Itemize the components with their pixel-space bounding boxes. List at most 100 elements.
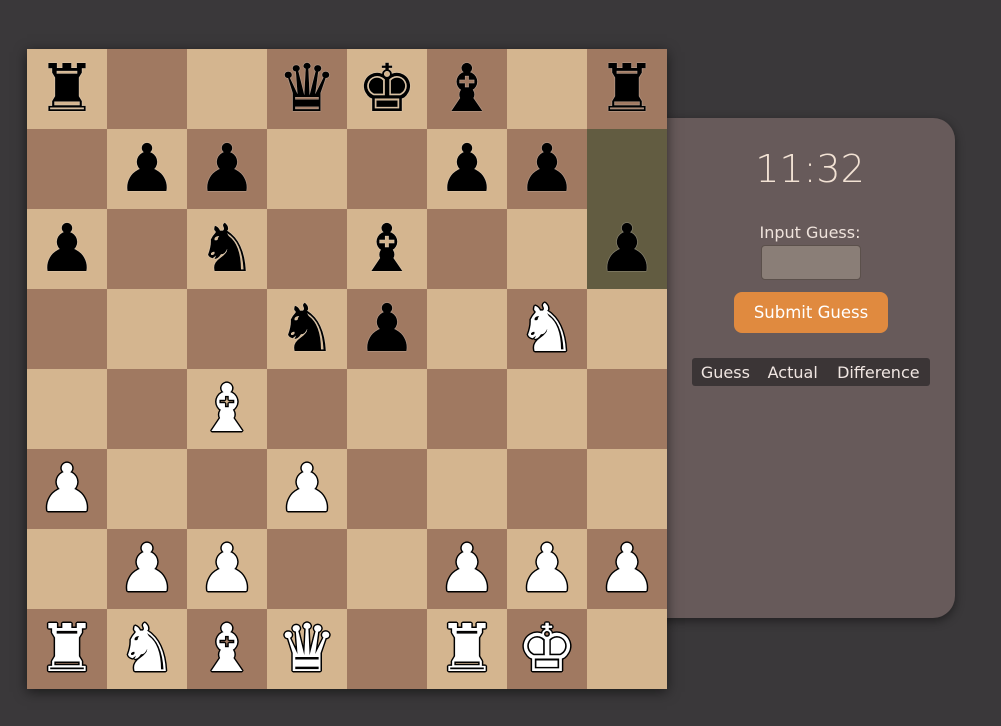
black-bishop-icon[interactable]: ♝ (357, 216, 416, 282)
square-b6[interactable] (107, 209, 187, 289)
square-g7[interactable]: ♟ (507, 129, 587, 209)
square-a7[interactable] (27, 129, 107, 209)
white-rook-icon[interactable]: ♜ (37, 616, 96, 682)
submit-guess-button[interactable]: Submit Guess (734, 292, 888, 333)
square-d4[interactable] (267, 369, 347, 449)
square-c5[interactable] (187, 289, 267, 369)
black-rook-icon[interactable]: ♜ (597, 56, 656, 122)
white-bishop-icon[interactable]: ♝ (197, 376, 256, 442)
square-g6[interactable] (507, 209, 587, 289)
square-a5[interactable] (27, 289, 107, 369)
square-h4[interactable] (587, 369, 667, 449)
results-table: Guess Actual Difference (692, 358, 930, 386)
white-rook-icon[interactable]: ♜ (437, 616, 496, 682)
square-b2[interactable]: ♟ (107, 529, 187, 609)
square-d8[interactable]: ♛ (267, 49, 347, 129)
white-king-icon[interactable]: ♚ (517, 616, 576, 682)
square-c6[interactable]: ♞ (187, 209, 267, 289)
actual-column-header: Actual (767, 362, 818, 382)
square-b3[interactable] (107, 449, 187, 529)
chess-board[interactable]: ♜ ♛ ♚ ♝ ♜ ♟ ♟ ♟ ♟ ♟ ♞ ♝ ♟ ♞ ♟ ♞ ♝ ♟ ♟ ♟ ♟ ♟ ♟ ♟ ♜ ♞ ♝ ♛ ♜ ♚ (27, 49, 667, 689)
square-h8[interactable]: ♜ (587, 49, 667, 129)
black-pawn-icon[interactable]: ♟ (357, 296, 416, 362)
square-h1[interactable] (587, 609, 667, 689)
square-f3[interactable] (427, 449, 507, 529)
black-pawn-icon[interactable]: ♟ (197, 136, 256, 202)
black-knight-icon[interactable]: ♞ (277, 296, 336, 362)
square-a3[interactable]: ♟ (27, 449, 107, 529)
black-pawn-icon[interactable]: ♟ (437, 136, 496, 202)
square-g5[interactable]: ♞ (507, 289, 587, 369)
black-rook-icon[interactable]: ♜ (37, 56, 96, 122)
square-f2[interactable]: ♟ (427, 529, 507, 609)
black-knight-icon[interactable]: ♞ (197, 216, 256, 282)
square-g2[interactable]: ♟ (507, 529, 587, 609)
white-pawn-icon[interactable]: ♟ (117, 536, 176, 602)
black-pawn-icon[interactable]: ♟ (37, 216, 96, 282)
square-c2[interactable]: ♟ (187, 529, 267, 609)
timer-display: 11:32 (755, 147, 865, 191)
square-e4[interactable] (347, 369, 427, 449)
square-c7[interactable]: ♟ (187, 129, 267, 209)
square-b4[interactable] (107, 369, 187, 449)
white-knight-icon[interactable]: ♞ (517, 296, 576, 362)
square-h3[interactable] (587, 449, 667, 529)
square-c4[interactable]: ♝ (187, 369, 267, 449)
guess-input[interactable] (761, 245, 861, 280)
black-pawn-icon[interactable]: ♟ (117, 136, 176, 202)
input-guess-label: Input Guess: (759, 223, 861, 242)
white-pawn-icon[interactable]: ♟ (517, 536, 576, 602)
square-a8[interactable]: ♜ (27, 49, 107, 129)
black-pawn-icon[interactable]: ♟ (517, 136, 576, 202)
square-c3[interactable] (187, 449, 267, 529)
square-e1[interactable] (347, 609, 427, 689)
square-g3[interactable] (507, 449, 587, 529)
square-e5[interactable]: ♟ (347, 289, 427, 369)
square-b5[interactable] (107, 289, 187, 369)
white-pawn-icon[interactable]: ♟ (37, 456, 96, 522)
square-g1[interactable]: ♚ (507, 609, 587, 689)
square-e3[interactable] (347, 449, 427, 529)
square-a4[interactable] (27, 369, 107, 449)
square-h5[interactable] (587, 289, 667, 369)
square-h6[interactable]: ♟ (587, 209, 667, 289)
square-d7[interactable] (267, 129, 347, 209)
black-queen-icon[interactable]: ♛ (277, 56, 336, 122)
square-f1[interactable]: ♜ (427, 609, 507, 689)
square-f5[interactable] (427, 289, 507, 369)
square-a2[interactable] (27, 529, 107, 609)
white-pawn-icon[interactable]: ♟ (437, 536, 496, 602)
black-bishop-icon[interactable]: ♝ (437, 56, 496, 122)
white-bishop-icon[interactable]: ♝ (197, 616, 256, 682)
square-g8[interactable] (507, 49, 587, 129)
square-f6[interactable] (427, 209, 507, 289)
white-pawn-icon[interactable]: ♟ (277, 456, 336, 522)
square-c1[interactable]: ♝ (187, 609, 267, 689)
square-e8[interactable]: ♚ (347, 49, 427, 129)
square-e2[interactable] (347, 529, 427, 609)
square-h2[interactable]: ♟ (587, 529, 667, 609)
square-d6[interactable] (267, 209, 347, 289)
square-d1[interactable]: ♛ (267, 609, 347, 689)
square-f7[interactable]: ♟ (427, 129, 507, 209)
square-d2[interactable] (267, 529, 347, 609)
white-pawn-icon[interactable]: ♟ (597, 536, 656, 602)
square-d3[interactable]: ♟ (267, 449, 347, 529)
square-g4[interactable] (507, 369, 587, 449)
square-e7[interactable] (347, 129, 427, 209)
white-queen-icon[interactable]: ♛ (277, 616, 336, 682)
square-d5[interactable]: ♞ (267, 289, 347, 369)
square-a6[interactable]: ♟ (27, 209, 107, 289)
difference-column-header: Difference (837, 362, 920, 382)
square-f8[interactable]: ♝ (427, 49, 507, 129)
square-b1[interactable]: ♞ (107, 609, 187, 689)
black-king-icon[interactable]: ♚ (357, 56, 416, 122)
square-b8[interactable] (107, 49, 187, 129)
square-a1[interactable]: ♜ (27, 609, 107, 689)
square-e6[interactable]: ♝ (347, 209, 427, 289)
white-pawn-icon[interactable]: ♟ (197, 536, 256, 602)
square-b7[interactable]: ♟ (107, 129, 187, 209)
square-c8[interactable] (187, 49, 267, 129)
square-f4[interactable] (427, 369, 507, 449)
white-knight-icon[interactable]: ♞ (117, 616, 176, 682)
